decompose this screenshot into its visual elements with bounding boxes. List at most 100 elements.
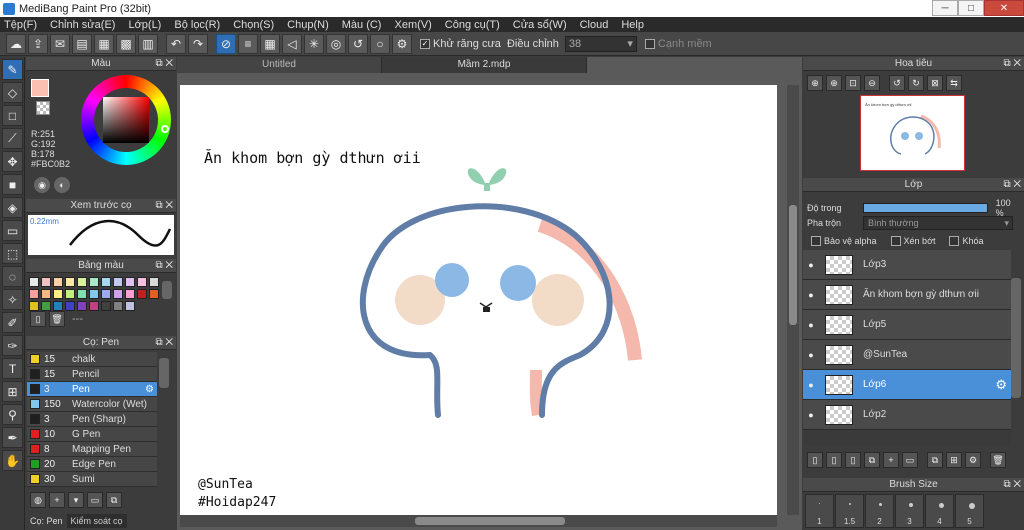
select-eraser-icon[interactable]: ✑ — [2, 335, 23, 356]
palette-swatch[interactable] — [101, 289, 111, 299]
panel-close-icon[interactable]: ⧉ ✕ — [155, 199, 173, 213]
radial-snap-icon[interactable]: ✳ — [304, 33, 324, 54]
adjust-dropdown[interactable]: 38 ▾ — [564, 35, 637, 52]
layer-property-icon[interactable]: ⊞ — [946, 452, 962, 468]
canvas-horizontal-scrollbar[interactable] — [180, 515, 777, 527]
close-button[interactable]: ✕ — [984, 0, 1024, 16]
brush-size-cell[interactable]: 1 — [805, 494, 834, 528]
layer-list-scrollbar[interactable] — [1011, 278, 1021, 398]
panel-close-icon[interactable]: ⧉ ✕ — [1003, 478, 1021, 492]
concentric-snap-icon[interactable]: ◎ — [326, 33, 346, 54]
divide-tool-icon[interactable]: ⊞ — [2, 381, 23, 402]
palette-swatch[interactable] — [149, 277, 159, 287]
brush-settings-icon[interactable]: ◍ — [30, 492, 46, 508]
menu-item-1[interactable]: Chỉnh sửa(E) — [50, 19, 115, 31]
eye-icon[interactable]: ● — [803, 290, 819, 300]
clipping-checkbox[interactable] — [890, 236, 901, 246]
menu-item-9[interactable]: Cửa sổ(W) — [513, 19, 567, 31]
brush-menu-icon[interactable]: ▾ — [68, 492, 84, 508]
palette-swatch[interactable] — [89, 289, 99, 299]
palette-scrollbar[interactable] — [162, 281, 172, 299]
tab-mam-2[interactable]: Mầm 2.mdp — [382, 57, 587, 73]
brush-size-cell[interactable]: 5 — [955, 494, 984, 528]
layer-row[interactable]: ● Lớp3 — [803, 250, 1011, 280]
delete-layer-icon[interactable]: 🗑 — [990, 452, 1006, 468]
lasso-tool-icon[interactable]: ◌ — [2, 266, 23, 287]
layer-row[interactable]: ● @SunTea — [803, 340, 1011, 370]
text-tool-icon[interactable]: T — [2, 358, 23, 379]
palette-swatch[interactable] — [41, 289, 51, 299]
palette-swatch[interactable] — [77, 277, 87, 287]
palette-swatch[interactable] — [137, 289, 147, 299]
undo-icon[interactable]: ↶ — [166, 33, 186, 54]
background-color-swatch[interactable] — [36, 101, 50, 115]
duplicate-icon[interactable]: ⧉ — [106, 492, 122, 508]
navigator-preview[interactable]: Ăn khom bợn gỳ dthưn ơii — [860, 95, 965, 171]
tab-brush-control[interactable]: Kiểm soát cọ — [66, 514, 127, 528]
palette-swatch[interactable] — [113, 277, 123, 287]
menu-item-6[interactable]: Màu (C) — [342, 19, 382, 31]
palette-swatch[interactable] — [101, 301, 111, 311]
brush-list-scrollbar[interactable] — [159, 358, 169, 388]
brush-size-cell[interactable]: 1.5 — [835, 494, 864, 528]
brush-item[interactable]: 30 Sumi — [27, 472, 157, 487]
palette-swatch[interactable] — [65, 289, 75, 299]
redo-icon[interactable]: ↷ — [188, 33, 208, 54]
palette-swatch[interactable] — [77, 301, 87, 311]
brush-size-cell[interactable]: 2 — [865, 494, 894, 528]
antialias-option[interactable]: ✓ Khử răng cưa — [420, 38, 501, 50]
blend-mode-dropdown[interactable]: Bình thường ▾ — [863, 216, 1013, 230]
fit-icon[interactable]: ⊡ — [845, 75, 861, 91]
vanish-snap-icon[interactable]: ◁ — [282, 33, 302, 54]
layer-row[interactable]: ● Ăn khom bợn gỳ dthưn ơii — [803, 280, 1011, 310]
palette-swatch[interactable] — [137, 277, 147, 287]
palette-swatch[interactable] — [125, 277, 135, 287]
panel-close-icon[interactable]: ⧉ ✕ — [1003, 178, 1021, 192]
palette-swatch[interactable] — [53, 277, 63, 287]
page-icon[interactable]: ▦ — [94, 33, 114, 54]
menu-item-4[interactable]: Chọn(S) — [233, 19, 274, 31]
menu-item-11[interactable]: Help — [621, 19, 644, 31]
palette-swatch[interactable] — [101, 277, 111, 287]
panel-close-icon[interactable]: ⧉ ✕ — [1003, 57, 1021, 71]
duplicate-layer-icon[interactable]: ⧉ — [864, 452, 880, 468]
foreground-color-swatch[interactable] — [31, 79, 49, 97]
hue-wheel[interactable] — [81, 75, 171, 165]
menu-item-5[interactable]: Chụp(N) — [287, 19, 329, 31]
new-palette-icon[interactable]: ▯ — [30, 311, 46, 327]
saturation-value-square[interactable] — [103, 97, 149, 143]
flip-icon[interactable]: ⇆ — [946, 75, 962, 91]
palette-swatch[interactable] — [89, 301, 99, 311]
comment-icon[interactable]: ✉ — [50, 33, 70, 54]
color-mode-icon[interactable]: ◐ — [54, 177, 70, 193]
brush-item[interactable]: 8 Mapping Pen — [27, 442, 157, 457]
protect-alpha-checkbox[interactable] — [811, 236, 821, 246]
drawing-canvas[interactable]: Ăn khom bợn gỳ dthưn ơii @SunTea #Hoidap… — [180, 85, 777, 515]
menu-item-10[interactable]: Cloud — [580, 19, 609, 31]
palette-swatch[interactable] — [65, 277, 75, 287]
document-icon[interactable]: ▤ — [72, 33, 92, 54]
brush-item[interactable]: 3 Pen (Sharp) — [27, 412, 157, 427]
zoom-in-icon[interactable]: ⊕ — [807, 75, 823, 91]
folder-icon[interactable]: ▭ — [87, 492, 103, 508]
tab-brush[interactable]: Cọ: Pen — [26, 514, 67, 528]
menu-item-3[interactable]: Bộ lọc(R) — [174, 19, 220, 31]
zoom-in-step-icon[interactable]: ⊕ — [826, 75, 842, 91]
dot-tool-icon[interactable]: ⟋ — [2, 128, 23, 149]
select-tool-icon[interactable]: ⬚ — [2, 243, 23, 264]
brush-item[interactable]: 3 Pen ⚙ — [27, 382, 157, 397]
palette-swatch[interactable] — [149, 289, 159, 299]
layer-folder-icon[interactable]: ▭ — [902, 452, 918, 468]
parallel-snap-icon[interactable]: ≡ — [238, 33, 258, 54]
lock-checkbox[interactable] — [949, 236, 960, 246]
palette-swatch[interactable] — [65, 301, 75, 311]
cloud-icon[interactable]: ☁ — [6, 33, 26, 54]
merge-down-icon[interactable]: ⧉ — [927, 452, 943, 468]
zoom-out-icon[interactable]: ⊖ — [864, 75, 880, 91]
reset-view-icon[interactable]: ⊠ — [927, 75, 943, 91]
brush-size-cell[interactable]: 3 — [895, 494, 924, 528]
palette-swatch[interactable] — [41, 277, 51, 287]
palette-swatch[interactable] — [29, 277, 39, 287]
gear-icon[interactable]: ⚙ — [995, 377, 1007, 393]
smooth-edge-checkbox[interactable] — [644, 38, 655, 49]
